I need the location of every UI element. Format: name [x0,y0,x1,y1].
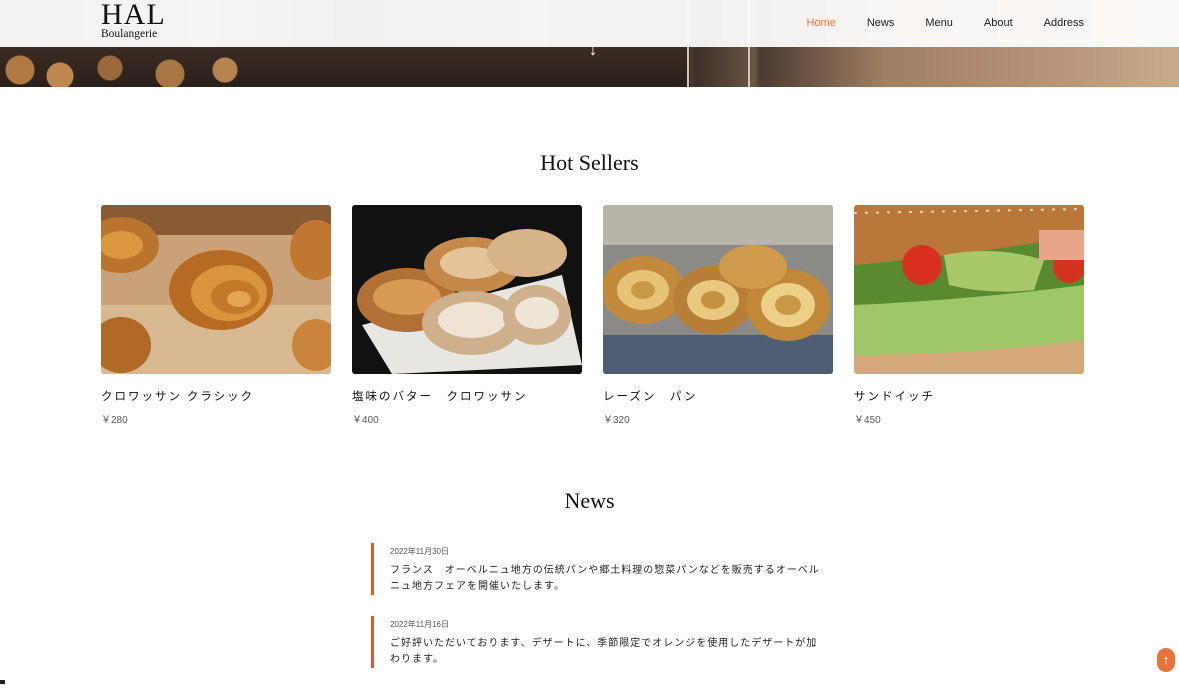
news-text: ご好評いただいております、デザートに、季節限定でオレンジを使用したデザートが加わ… [390,638,818,665]
logo-subtitle: Boulangerie [101,28,158,40]
logo-title: HAL [101,0,166,31]
salted-butter-croissant-photo [352,205,582,374]
news-list: 2022年11月30日 フランス オーベルニュ地方の伝統パンや郷土料理の惣菜パン… [371,543,821,689]
croissant-classic-photo [101,205,331,374]
arrow-up-icon: ↑ [1162,652,1170,667]
product-name: 塩味のバター クロワッサン [352,391,528,403]
product-price: ￥280 [101,415,128,426]
product-name: クロワッサン クラシック [101,391,255,403]
product-card[interactable]: 塩味のバター クロワッサン ￥400 [352,205,582,426]
hot-sellers-title: Hot Sellers [540,150,639,175]
product-list: クロワッサン クラシック ￥280 塩味のバター クロワッサン ￥400 レーズ… [101,205,1084,426]
back-to-top-button[interactable]: ↑ [1157,648,1175,672]
news-text: フランス オーベルニュ地方の伝統パンや郷土料理の惣菜パンなどを販売するオーベルニ… [390,565,820,592]
product-card[interactable]: クロワッサン クラシック ￥280 [101,205,331,426]
nav-address[interactable]: Address [1044,17,1084,29]
product-price: ￥450 [854,415,881,426]
product-card[interactable]: レーズン パン ￥320 [603,205,833,426]
nav-news[interactable]: News [867,17,895,29]
product-price: ￥320 [603,415,630,426]
news-item[interactable]: 2022年11月30日 フランス オーベルニュ地方の伝統パンや郷土料理の惣菜パン… [371,543,821,595]
news-title: News [564,488,615,513]
sandwich-photo [854,205,1084,374]
nav-about[interactable]: About [984,17,1013,29]
main-nav: Home News Menu About Address [776,17,1085,29]
hero-bread-display [0,50,250,87]
raisin-bread-photo [603,205,833,374]
nav-menu[interactable]: Menu [925,17,953,29]
product-name: サンドイッチ [854,391,935,403]
product-price: ￥400 [352,415,379,426]
nav-home[interactable]: Home [807,17,836,29]
news-item[interactable]: 2022年11月16日 ご好評いただいております、デザートに、季節限定でオレンジ… [371,616,821,668]
site-header: HAL Boulangerie Home News Menu About Add… [0,0,1179,47]
news-date: 2022年11月16日 [390,620,449,629]
site-logo[interactable]: HAL Boulangerie [101,0,166,40]
product-name: レーズン パン [603,391,698,403]
corner-mark [0,680,5,684]
news-date: 2022年11月30日 [390,547,449,556]
product-card[interactable]: サンドイッチ ￥450 [854,205,1084,426]
